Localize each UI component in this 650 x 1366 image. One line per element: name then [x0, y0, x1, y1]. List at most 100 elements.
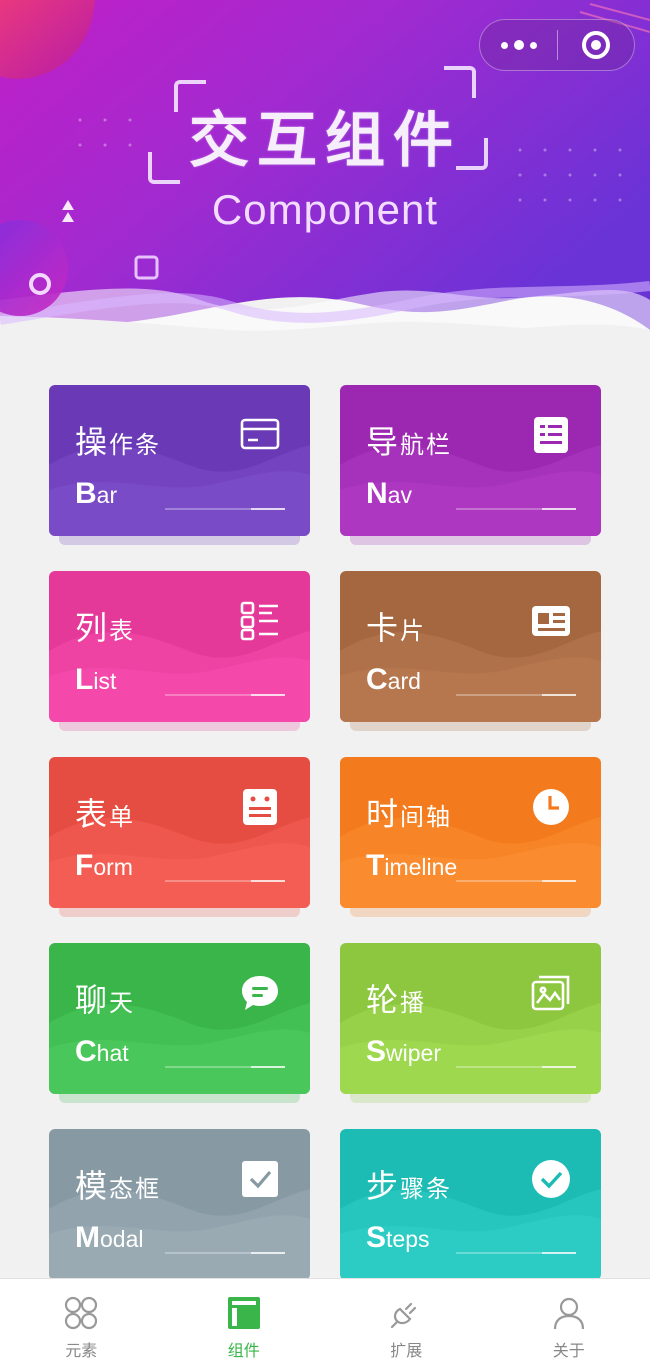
card-title-zh: 列表	[75, 603, 135, 649]
card-body[interactable]: 模态框 Modal	[49, 1129, 310, 1280]
card-title-en: Steps	[366, 1221, 430, 1255]
card-underline	[165, 1252, 285, 1254]
check-square-icon	[242, 1161, 278, 1197]
card-title-zh: 聊天	[75, 975, 135, 1021]
user-icon	[553, 1297, 584, 1330]
card-body[interactable]: 列表 List	[49, 571, 310, 722]
component-card-chat[interactable]: 聊天 Chat	[49, 943, 310, 1103]
component-card-timeline[interactable]: 时间轴 Timeline	[340, 757, 601, 917]
card-title-en-cap: M	[75, 1221, 100, 1254]
card-body[interactable]: 导航栏 Nav	[340, 385, 601, 536]
card-title-zh-rest: 表	[109, 617, 136, 645]
card-title-zh: 轮播	[366, 975, 426, 1021]
card-title-en: Chat	[75, 1035, 129, 1069]
card-title-en-cap: T	[366, 849, 385, 882]
card-underline	[165, 508, 285, 510]
component-icon	[227, 1297, 260, 1329]
component-card-card[interactable]: 卡片 Card	[340, 571, 601, 731]
card-title-zh: 导航栏	[366, 417, 452, 463]
card-title-zh-first: 表	[75, 795, 110, 833]
card-title-zh-first: 操	[75, 423, 110, 461]
card-title-zh: 步骤条	[366, 1161, 452, 1207]
list-icon	[240, 601, 278, 641]
card-body[interactable]: 表单 Form	[49, 757, 310, 908]
card-body[interactable]: 聊天 Chat	[49, 943, 310, 1094]
check-circle-icon	[532, 1160, 570, 1198]
card-title-en: Bar	[75, 477, 117, 511]
nav-icon	[534, 417, 568, 453]
tab-components[interactable]: 组件	[163, 1279, 326, 1366]
card-title-zh: 时间轴	[366, 789, 452, 835]
card-title-en-cap: S	[366, 1221, 387, 1254]
card-title-zh-first: 聊	[75, 981, 110, 1019]
tab-about[interactable]: 关于	[488, 1279, 650, 1366]
card-underline	[165, 694, 285, 696]
component-card-modal[interactable]: 模态框 Modal	[49, 1129, 310, 1289]
card-title-en: List	[75, 663, 116, 697]
card-title-en: Form	[75, 849, 133, 883]
header-banner: 交互组件 Component	[0, 0, 650, 360]
card-body[interactable]: 轮播 Swiper	[340, 943, 601, 1094]
card-title-en-cap: S	[366, 1035, 387, 1068]
card-title-zh-first: 导	[366, 423, 401, 461]
component-card-swiper[interactable]: 轮播 Swiper	[340, 943, 601, 1103]
page-title: 交互组件	[189, 106, 461, 176]
image-icon	[531, 975, 570, 1011]
card-title-en-rest: odal	[100, 1226, 144, 1252]
card-title-zh-rest: 骤条	[400, 1175, 453, 1203]
card-underline	[165, 1066, 285, 1068]
card-title-zh: 模态框	[75, 1161, 161, 1207]
card-title-en-cap: N	[366, 477, 388, 510]
tab-label: 关于	[552, 1341, 585, 1360]
card-title-en-rest: wiper	[386, 1040, 441, 1066]
card-title-zh: 表单	[75, 789, 135, 835]
tab-extensions[interactable]: 扩展	[325, 1279, 488, 1366]
card-title-en-rest: hat	[96, 1040, 129, 1066]
card-title-en: Timeline	[366, 849, 457, 883]
component-card-form[interactable]: 表单 Form	[49, 757, 310, 917]
card-underline	[456, 880, 576, 882]
card-title-en-cap: L	[75, 663, 94, 696]
card-title-en-rest: ard	[387, 668, 421, 694]
card-body[interactable]: 时间轴 Timeline	[340, 757, 601, 908]
card-title-zh: 卡片	[366, 603, 426, 649]
card-body[interactable]: 步骤条 Steps	[340, 1129, 601, 1280]
card-icon	[532, 606, 570, 636]
bar-icon	[240, 418, 280, 450]
component-card-list[interactable]: 列表 List	[49, 571, 310, 731]
component-card-bar[interactable]: 操作条 Bar	[49, 385, 310, 545]
card-title-zh-rest: 间轴	[400, 803, 453, 831]
chat-icon	[242, 976, 278, 1010]
card-title-en-cap: B	[75, 477, 97, 510]
tab-elements[interactable]: 元素	[0, 1279, 163, 1366]
card-title-zh-rest: 航栏	[400, 431, 453, 459]
card-title-en: Modal	[75, 1221, 143, 1255]
tab-label: 元素	[65, 1341, 98, 1360]
card-title-zh-rest: 作条	[109, 431, 162, 459]
card-title-en-cap: C	[75, 1035, 97, 1068]
card-title-zh-rest: 片	[400, 617, 427, 645]
card-underline	[456, 1252, 576, 1254]
card-body[interactable]: 操作条 Bar	[49, 385, 310, 536]
component-card-nav[interactable]: 导航栏 Nav	[340, 385, 601, 545]
card-title-zh-first: 步	[366, 1167, 401, 1205]
more-dots-icon[interactable]	[480, 20, 557, 70]
component-card-steps[interactable]: 步骤条 Steps	[340, 1129, 601, 1289]
card-title-zh-rest: 天	[109, 989, 136, 1017]
bottom-tabbar: 元素 组件 扩展 关于	[0, 1278, 650, 1366]
card-body[interactable]: 卡片 Card	[340, 571, 601, 722]
target-close-icon[interactable]	[558, 20, 634, 70]
card-underline	[165, 880, 285, 882]
card-underline	[456, 1066, 576, 1068]
card-title-en: Swiper	[366, 1035, 441, 1069]
card-title-zh-rest: 态框	[109, 1175, 162, 1203]
card-title-en-rest: teps	[386, 1226, 430, 1252]
card-title-en: Nav	[366, 477, 412, 511]
card-title-zh-first: 列	[75, 609, 110, 647]
card-title-en-cap: F	[75, 849, 94, 882]
card-title-en-rest: ist	[93, 668, 117, 694]
miniprogram-capsule	[479, 19, 635, 71]
card-title-zh-first: 轮	[366, 981, 401, 1019]
tab-label: 扩展	[390, 1341, 423, 1360]
card-title-en-rest: orm	[93, 854, 133, 880]
